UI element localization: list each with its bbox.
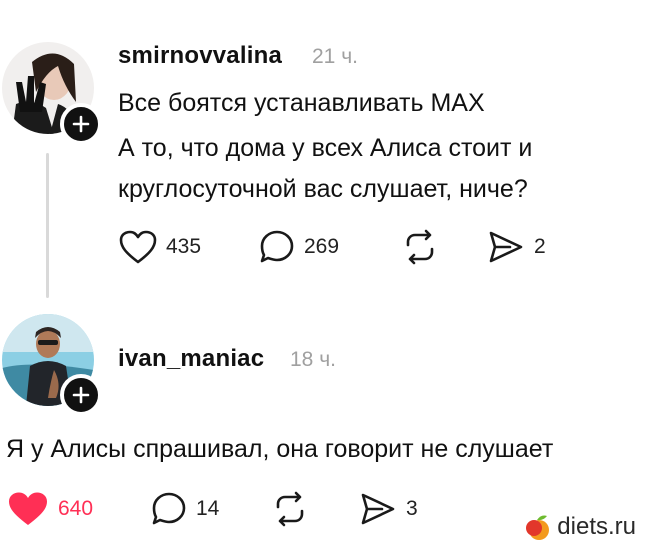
heart-icon bbox=[9, 492, 47, 525]
like-button[interactable]: 435 bbox=[118, 227, 201, 267]
share-count: 2 bbox=[534, 235, 546, 258]
post-text-line: А то, что дома у всех Алиса стоит и bbox=[118, 134, 533, 162]
like-count: 435 bbox=[166, 235, 202, 258]
comment-icon bbox=[260, 230, 294, 263]
share-icon bbox=[361, 493, 395, 525]
username[interactable]: smirnovvalina bbox=[118, 42, 282, 70]
follow-button-smirnovvalina[interactable] bbox=[60, 103, 102, 145]
share-count: 3 bbox=[406, 497, 418, 520]
post-time: 18 ч. bbox=[290, 348, 336, 371]
like-count: 640 bbox=[58, 497, 94, 520]
post-time: 21 ч. bbox=[312, 45, 358, 68]
diets-watermark: diets.ru bbox=[523, 512, 636, 542]
repost-icon bbox=[406, 229, 434, 265]
comment-count: 269 bbox=[304, 235, 340, 258]
comment-count: 14 bbox=[196, 497, 220, 520]
like-button[interactable]: 640 bbox=[6, 489, 93, 529]
fruit-logo-icon bbox=[526, 515, 550, 540]
thread-line bbox=[46, 153, 49, 298]
post-text-line: Я у Алисы спрашивал, она говорит не слуш… bbox=[6, 435, 554, 463]
repost-button[interactable] bbox=[400, 227, 440, 267]
follow-button-ivan-maniac[interactable] bbox=[60, 374, 102, 416]
post-text-line: Все боятся устанавливать MAX bbox=[118, 89, 485, 117]
share-button[interactable]: 2 bbox=[486, 227, 546, 267]
share-button[interactable]: 3 bbox=[358, 489, 418, 529]
heart-icon bbox=[119, 230, 157, 264]
comment-icon bbox=[152, 492, 186, 525]
plus-icon bbox=[72, 386, 90, 404]
username[interactable]: ivan_maniac bbox=[118, 345, 264, 373]
comment-button[interactable]: 269 bbox=[258, 227, 339, 267]
share-icon bbox=[489, 231, 523, 263]
plus-icon bbox=[72, 115, 90, 133]
post-text-line: круглосуточной вас слушает, ниче? bbox=[118, 175, 528, 203]
repost-button[interactable] bbox=[270, 489, 310, 529]
comment-button[interactable]: 14 bbox=[150, 489, 219, 529]
watermark-text: diets.ru bbox=[557, 513, 636, 540]
repost-icon bbox=[276, 491, 304, 527]
